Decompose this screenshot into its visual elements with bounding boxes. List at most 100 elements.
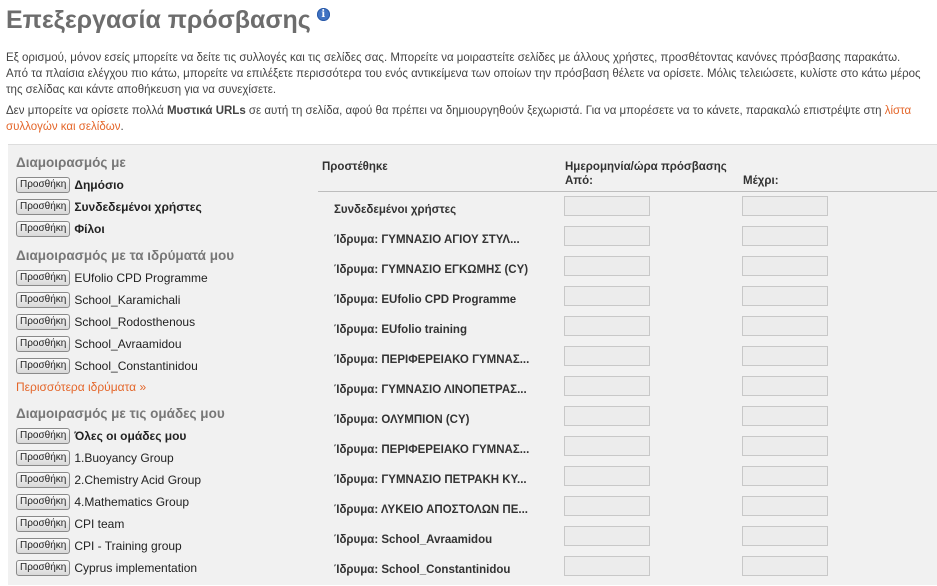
share-target-label: EUfolio CPD Programme (74, 271, 208, 285)
share-item: Προσθήκη Φίλοι (16, 220, 105, 238)
page-title-text: Επεξεργασία πρόσβασης (6, 6, 311, 34)
add-button[interactable]: Προσθήκη (16, 292, 71, 308)
access-row: Ίδρυμα: ΠΕΡΙΦΕΡΕΙΑΚΟ ΓΥΜΝΑΣ... (312, 346, 937, 376)
access-from-input[interactable] (564, 496, 650, 516)
col-added-header: Προστέθηκε (322, 161, 388, 173)
share-target-label: Δημόσιο (74, 178, 124, 192)
access-to-input[interactable] (742, 226, 828, 246)
intro-line-3: της σελίδας και κάντε αποθήκευση για να … (6, 84, 277, 96)
secret-urls-bold: Μυστικά URLs (166, 105, 246, 117)
add-button[interactable]: Προσθήκη (16, 450, 71, 466)
access-row-label: Ίδρυμα: ΓΥΜΝΑΣΙΟ ΑΓΙΟΥ ΣΤΥΛ... (334, 234, 520, 246)
share-target-label: Cyprus implementation (74, 561, 198, 575)
access-to-input[interactable] (742, 346, 828, 366)
share-target-label: School_Avraamidou (74, 337, 182, 351)
access-from-input[interactable] (564, 376, 650, 396)
access-row-label: Ίδρυμα: ΟΛΥΜΠΙΟΝ (CY) (334, 414, 470, 426)
access-from-input[interactable] (564, 316, 650, 336)
access-row: Ίδρυμα: EUfolio training (312, 316, 937, 346)
access-from-input[interactable] (564, 526, 650, 546)
intro-text: Εξ ορισμού, μόνον εσείς μπορείτε να δείτ… (6, 50, 937, 98)
share-target-label: 4.Mathematics Group (74, 495, 190, 509)
institution-item: Προσθήκη School_Avraamidou (16, 335, 182, 353)
add-button[interactable]: Προσθήκη (16, 270, 71, 286)
access-row-label: Ίδρυμα: EUfolio CPD Programme (334, 294, 517, 306)
access-to-input[interactable] (742, 316, 828, 336)
add-button[interactable]: Προσθήκη (16, 336, 71, 352)
add-button[interactable]: Προσθήκη (16, 494, 71, 510)
access-to-input[interactable] (742, 466, 828, 486)
col-datetime-header: Ημερομηνία/ώρα πρόσβασης (565, 161, 727, 173)
access-row: Ίδρυμα: School_Constantinidou (312, 556, 937, 586)
share-with-heading: Διαμοιρασμός με (16, 155, 126, 170)
more-institutions-link[interactable]: Περισσότερα ιδρύματα » (16, 380, 146, 394)
access-row: Ίδρυμα: EUfolio CPD Programme (312, 286, 937, 316)
add-button[interactable]: Προσθήκη (16, 472, 71, 488)
col-from-header: Από: (565, 175, 593, 187)
access-from-input[interactable] (564, 196, 650, 216)
access-row: Ίδρυμα: ΟΛΥΜΠΙΟΝ (CY) (312, 406, 937, 436)
group-item: Προσθήκη Cyprus implementation (16, 559, 197, 577)
add-button[interactable]: Προσθήκη (16, 428, 71, 444)
group-item: Προσθήκη CPI - Training group (16, 537, 182, 555)
access-to-input[interactable] (742, 526, 828, 546)
access-row: Συνδεδεμένοι χρήστες (312, 196, 937, 226)
access-row-label: Ίδρυμα: School_Avraamidou (334, 534, 493, 546)
access-row-label: Ίδρυμα: EUfolio training (334, 324, 467, 336)
access-row-label: Ίδρυμα: ΓΥΜΝΑΣΙΟ ΕΓΚΩΜΗΣ (CY) (334, 264, 529, 276)
add-button[interactable]: Προσθήκη (16, 221, 71, 237)
institution-item: Προσθήκη School_Karamichali (16, 291, 180, 309)
access-to-input[interactable] (742, 286, 828, 306)
access-from-input[interactable] (564, 256, 650, 276)
share-item: Προσθήκη Δημόσιο (16, 176, 124, 194)
group-item: Προσθήκη Όλες οι ομάδες μου (16, 427, 186, 445)
access-to-input[interactable] (742, 436, 828, 456)
access-row: Ίδρυμα: ΓΥΜΝΑΣΙΟ ΛΙΝΟΠΕΤΡΑΣ... (312, 376, 937, 406)
intro-line-1: Εξ ορισμού, μόνον εσείς μπορείτε να δείτ… (6, 52, 901, 64)
col-to-header: Μέχρι: (743, 175, 779, 187)
access-from-input[interactable] (564, 436, 650, 456)
info-icon[interactable]: i (316, 8, 330, 21)
access-row-label: Ίδρυμα: ΓΥΜΝΑΣΙΟ ΠΕΤΡΑΚΗ ΚΥ... (334, 474, 527, 486)
share-target-label: 2.Chemistry Acid Group (74, 473, 202, 487)
access-row: Ίδρυμα: School_Avraamidou (312, 526, 937, 556)
add-button[interactable]: Προσθήκη (16, 314, 71, 330)
add-button[interactable]: Προσθήκη (16, 516, 71, 532)
institution-item: Προσθήκη School_Constantinidou (16, 357, 198, 375)
access-to-input[interactable] (742, 256, 828, 276)
add-button[interactable]: Προσθήκη (16, 560, 71, 576)
secret-notice-part2: σε αυτή τη σελίδα, αφού θα πρέπει να δημ… (245, 105, 885, 117)
access-from-input[interactable] (564, 226, 650, 246)
access-from-input[interactable] (564, 346, 650, 366)
header-divider (318, 191, 937, 192)
add-button[interactable]: Προσθήκη (16, 358, 71, 374)
share-target-label: School_Constantinidou (74, 359, 198, 373)
share-target-label: CPI - Training group (74, 539, 182, 553)
add-button[interactable]: Προσθήκη (16, 177, 71, 193)
access-row: Ίδρυμα: ΠΕΡΙΦΕΡΕΙΑΚΟ ΓΥΜΝΑΣ... (312, 436, 937, 466)
group-item: Προσθήκη 1.Buoyancy Group (16, 449, 174, 467)
secret-notice-end: . (120, 121, 124, 133)
share-target-label: Φίλοι (74, 222, 105, 236)
access-row-label: Ίδρυμα: ΠΕΡΙΦΕΡΕΙΑΚΟ ΓΥΜΝΑΣ... (334, 354, 530, 366)
access-to-input[interactable] (742, 496, 828, 516)
share-target-label: School_Karamichali (74, 293, 181, 307)
access-to-input[interactable] (742, 406, 828, 426)
access-table: Προστέθηκε Ημερομηνία/ώρα πρόσβασης Από:… (312, 145, 937, 585)
add-button[interactable]: Προσθήκη (16, 199, 71, 215)
access-to-input[interactable] (742, 376, 828, 396)
access-to-input[interactable] (742, 196, 828, 216)
access-row-label: Ίδρυμα: ΠΕΡΙΦΕΡΕΙΑΚΟ ΓΥΜΝΑΣ... (334, 444, 530, 456)
add-button[interactable]: Προσθήκη (16, 538, 71, 554)
institution-item: Προσθήκη School_Rodosthenous (16, 313, 195, 331)
access-row-label: Ίδρυμα: ΓΥΜΝΑΣΙΟ ΛΙΝΟΠΕΤΡΑΣ... (334, 384, 527, 396)
access-from-input[interactable] (564, 286, 650, 306)
groups-heading: Διαμοιρασμός με τις ομάδες μου (16, 406, 225, 421)
institution-item: Προσθήκη EUfolio CPD Programme (16, 269, 208, 287)
access-from-input[interactable] (564, 406, 650, 426)
group-item: Προσθήκη CPI team (16, 515, 124, 533)
access-from-input[interactable] (564, 466, 650, 486)
share-target-label: CPI team (74, 517, 125, 531)
access-from-input[interactable] (564, 556, 650, 576)
access-to-input[interactable] (742, 556, 828, 576)
